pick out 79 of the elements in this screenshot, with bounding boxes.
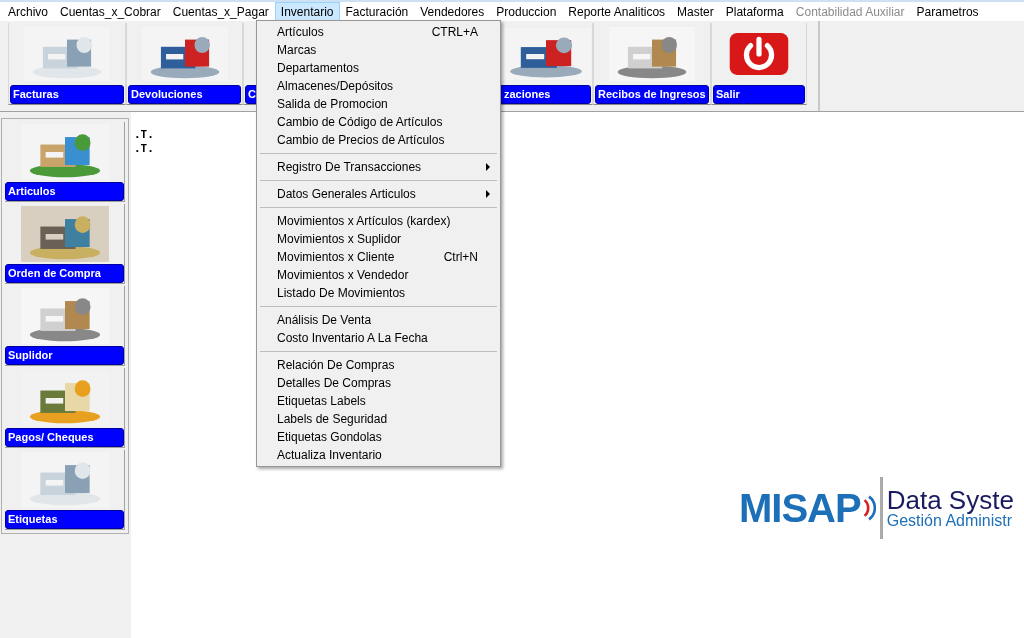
- menu-item-label: Relación De Compras: [277, 357, 395, 374]
- menu-item[interactable]: Plataforma: [719, 2, 790, 21]
- dropdown-menu-item[interactable]: Artículos CTRL+A: [259, 23, 498, 41]
- menu-item-label: Artículos: [277, 24, 324, 41]
- dropdown-menu-item[interactable]: Etiquetas Gondolas: [259, 428, 498, 446]
- dropdown-menu-item[interactable]: Detalles De Compras: [259, 374, 498, 392]
- menu-item-label: Movimientos x Artículos (kardex): [277, 213, 451, 230]
- dropdown-menu-item[interactable]: Cambio de Código de Artículos: [259, 113, 498, 131]
- menu-item[interactable]: Master: [671, 2, 720, 21]
- menu-item[interactable]: Cuentas_x_Cobrar: [54, 2, 167, 21]
- shortcut-text: Ctrl+N: [443, 249, 478, 266]
- dropdown-menu-item[interactable]: Movimientos x Suplidor: [259, 230, 498, 248]
- dropdown-menu-item[interactable]: Actualiza Inventario: [259, 446, 498, 464]
- dropdown-menu-item[interactable]: Departamentos: [259, 59, 498, 77]
- menu-item-label: Listado De Movimientos: [277, 285, 406, 302]
- sidebar-button[interactable]: Articulos: [5, 122, 125, 202]
- menu-item[interactable]: Facturación: [339, 2, 415, 21]
- sidebar-button[interactable]: Suplidor: [5, 286, 125, 366]
- dropdown-menu-item[interactable]: Análisis De Venta: [259, 311, 498, 329]
- menu-item-label: Costo Inventario A La Fecha: [277, 330, 428, 347]
- menu-item-label: Datos Generales Articulos: [277, 186, 416, 203]
- dropdown-menu-item[interactable]: Registro De Transacciones: [259, 158, 498, 176]
- menu-item-label: Marcas: [277, 42, 317, 59]
- menu-item[interactable]: Parametros: [910, 2, 985, 21]
- toolbar-button[interactable]: Facturas: [8, 23, 126, 105]
- menu-item[interactable]: Cuentas_x_Pagar: [166, 2, 275, 21]
- logo-subtitle: Gestión Administr: [886, 513, 1014, 529]
- sidebar-label: Orden de Compra: [5, 264, 124, 283]
- sidebar-label: Pagos/ Cheques: [5, 428, 124, 447]
- menu-item-label: Labels de Seguridad: [277, 411, 388, 428]
- toolbar-label: Facturas: [10, 85, 124, 104]
- menu-item[interactable]: Reporte Analiticos: [562, 2, 672, 21]
- dropdown-menu-item[interactable]: Movimientos x Vendedor: [259, 266, 498, 284]
- dropdown-menu-item[interactable]: Movimientos x Artículos (kardex): [259, 212, 498, 230]
- submenu-arrow-icon: [486, 190, 490, 198]
- menu-item[interactable]: Vendedores: [414, 2, 491, 21]
- menu-item-label: Etiquetas Labels: [277, 393, 366, 410]
- toolbar-label: Salir: [713, 85, 805, 104]
- menu-item-label: Detalles De Compras: [277, 375, 392, 392]
- submenu-arrow-icon: [486, 163, 490, 171]
- menu-item-label: Etiquetas Gondolas: [277, 429, 382, 446]
- sidebar-button[interactable]: Pagos/ Cheques: [5, 368, 125, 448]
- menu-item-label: Movimientos x Suplidor: [277, 231, 402, 248]
- dropdown-menu-item[interactable]: Movimientos x Cliente Ctrl+N: [259, 248, 498, 266]
- toolbar-label: Recibos de Ingresos: [595, 85, 709, 104]
- dropdown-menu-item[interactable]: Etiquetas Labels: [259, 392, 498, 410]
- menu-item-label: Movimientos x Vendedor: [277, 267, 409, 284]
- sidebar-label: Etiquetas: [5, 510, 124, 529]
- menu-item[interactable]: Produccion: [490, 2, 563, 21]
- dropdown-menu-item[interactable]: Datos Generales Articulos: [259, 185, 498, 203]
- signal-icon: [861, 493, 876, 523]
- dropdown-menu-item[interactable]: Listado De Movimientos: [259, 284, 498, 302]
- power-icon: [727, 31, 791, 77]
- menu-item-label: Movimientos x Cliente: [277, 249, 395, 266]
- dropdown-menu-item[interactable]: Cambio de Precios de Artículos: [259, 131, 498, 149]
- sidebar-label: Articulos: [5, 182, 124, 201]
- dropdown-menu-item[interactable]: Costo Inventario A La Fecha: [259, 329, 498, 347]
- shortcut-text: CTRL+A: [431, 24, 478, 41]
- sidebar-button[interactable]: Etiquetas: [5, 450, 125, 530]
- toolbar-button[interactable]: Recibos de Ingresos: [593, 23, 711, 105]
- menu-item[interactable]: Archivo: [2, 2, 54, 21]
- menu-item-label: Análisis De Venta: [277, 312, 372, 329]
- content-text: .T.: [134, 128, 154, 142]
- dropdown-menu-item[interactable]: Relación De Compras: [259, 356, 498, 374]
- dropdown-menu-item[interactable]: Labels de Seguridad: [259, 410, 498, 428]
- toolbar-label: Devoluciones: [128, 85, 241, 104]
- menu-item-label: Cambio de Código de Artículos: [277, 114, 443, 131]
- toolbar-button[interactable]: Devoluciones: [126, 23, 243, 105]
- dropdown-menu-item[interactable]: Marcas: [259, 41, 498, 59]
- menu-item-label: Actualiza Inventario: [277, 447, 382, 464]
- menu-item-label: Departamentos: [277, 60, 360, 77]
- sidebar-label: Suplidor: [5, 346, 124, 365]
- sidebar-button[interactable]: Orden de Compra: [5, 204, 125, 284]
- content-text: .T.: [134, 142, 154, 156]
- menu-item-label: Cambio de Precios de Artículos: [277, 132, 445, 149]
- menu-item-label: Registro De Transacciones: [277, 159, 422, 176]
- logo-title: Data Syste: [886, 487, 1014, 513]
- toolbar-button[interactable]: Salir: [711, 23, 807, 105]
- logo-brand: MISAP: [739, 488, 876, 528]
